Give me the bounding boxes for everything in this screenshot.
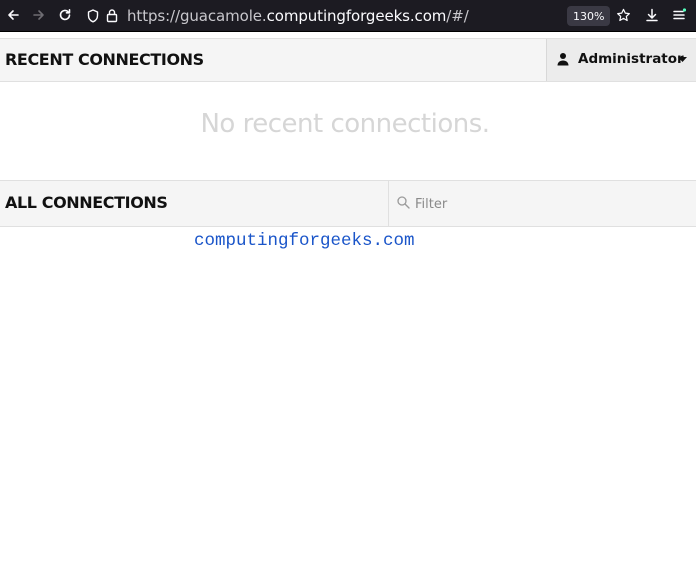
user-icon <box>557 53 569 66</box>
browser-toolbar: https://guacamole.computingforgeeks.com/… <box>0 0 696 32</box>
zoom-level-badge[interactable]: 130% <box>567 6 611 26</box>
reload-button[interactable] <box>53 3 77 27</box>
lock-icon[interactable] <box>106 8 118 23</box>
filter-input[interactable] <box>415 193 685 215</box>
search-icon <box>397 196 410 209</box>
url-prefix: https://guacamole. <box>127 7 267 25</box>
all-connections-title: ALL CONNECTIONS <box>5 193 168 212</box>
user-name[interactable]: Administrator <box>578 51 684 67</box>
forward-arrow-icon <box>33 10 44 20</box>
url-host: computingforgeeks.com <box>266 7 447 25</box>
reload-icon <box>59 9 71 21</box>
recent-connections-title: RECENT CONNECTIONS <box>5 50 204 69</box>
caret-down-icon[interactable] <box>678 57 687 62</box>
url-text[interactable]: https://guacamole.computingforgeeks.com/… <box>127 7 469 25</box>
connection-link[interactable]: computingforgeeks.com <box>194 231 415 251</box>
recent-connections-header: RECENT CONNECTIONS Administrator <box>0 38 696 82</box>
bookmark-button[interactable] <box>611 3 635 27</box>
url-suffix: /#/ <box>446 7 469 25</box>
back-arrow-icon <box>8 10 19 20</box>
star-icon <box>616 8 630 21</box>
downloads-button[interactable] <box>640 3 664 27</box>
no-recent-connections-message: No recent connections. <box>200 109 490 139</box>
back-button[interactable] <box>1 3 25 27</box>
filter-box[interactable] <box>388 181 696 226</box>
shield-icon[interactable] <box>87 9 99 23</box>
download-icon <box>646 8 658 22</box>
all-connections-header: ALL CONNECTIONS <box>0 180 696 227</box>
url-bar[interactable]: https://guacamole.computingforgeeks.com/… <box>80 3 645 29</box>
app-menu-button[interactable] <box>667 3 691 27</box>
user-menu[interactable]: Administrator <box>546 39 696 81</box>
menu-icon <box>673 8 686 20</box>
forward-button[interactable] <box>27 3 51 27</box>
